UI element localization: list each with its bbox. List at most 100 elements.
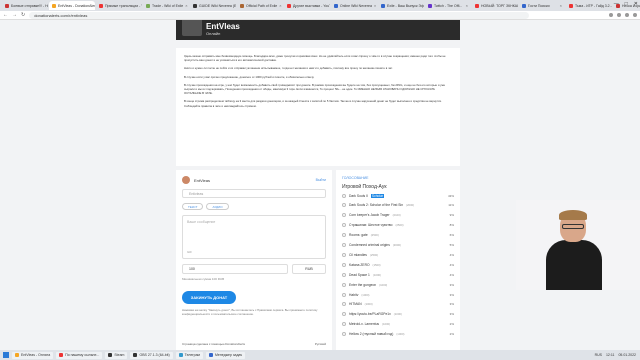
forward-icon[interactable]: → — [12, 12, 17, 18]
radio-button[interactable] — [342, 292, 346, 297]
poll-option[interactable]: Cil mlandies (2500) 4% — [342, 251, 454, 260]
browser-tab[interactable]: Прямые трансляции - YouTube× — [96, 1, 142, 10]
radio-button[interactable] — [342, 272, 346, 277]
tray-time[interactable]: 12:11 — [606, 353, 615, 357]
tab-label: Official Path of Exile — [246, 3, 278, 8]
taskbar-item[interactable]: По нашему сыльне... — [56, 351, 103, 359]
taskbar-item[interactable]: OBS 27.1.3 (64-bit) — [130, 351, 173, 359]
radio-button[interactable] — [342, 203, 346, 208]
browser-tab[interactable]: Другие выставки - YouTube× — [284, 1, 330, 10]
radio-button[interactable] — [342, 282, 346, 287]
poll-option[interactable]: Enter the gungeon (1000) 3% — [342, 280, 454, 289]
poll-option[interactable]: Metroid-x. Lamentus (1000) 2% — [342, 320, 454, 329]
poll-option-count: (2500) — [370, 233, 379, 238]
message-textarea[interactable]: Ваше сообщение GIF — [182, 215, 326, 259]
close-tab-icon[interactable]: × — [466, 3, 468, 8]
radio-button[interactable] — [342, 223, 346, 228]
poll-option[interactable]: Dark Souls II Scholar 43% — [342, 191, 454, 200]
gif-button[interactable]: GIF — [187, 250, 192, 254]
poll-option-label: Metroid-x. Lamentus — [349, 322, 380, 327]
donation-form: EntVleas Выйти Entivleas ТЕКСТ АУДИО Ваш… — [176, 170, 332, 350]
close-tab-icon[interactable]: × — [374, 3, 376, 8]
poll-option-label: Страшилки: Шестое чувство — [349, 223, 393, 228]
browser-tab[interactable]: Гости Поиски × — [519, 1, 565, 10]
address-bar: ← → ↻ donationalerts.com/r/entivleas — [0, 11, 640, 20]
browser-tab[interactable]: Тьма - ИГР - Гайд 3.2...× — [566, 1, 612, 10]
browser-tab[interactable]: Trade - Wiki of Exile × — [143, 1, 189, 10]
poll-option[interactable]: Страшилки: Шестое чувство (2500) 8% — [342, 221, 454, 230]
radio-button[interactable] — [342, 332, 346, 337]
close-tab-icon[interactable]: × — [185, 3, 187, 8]
profile-icon[interactable] — [625, 13, 629, 17]
radio-button[interactable] — [342, 302, 346, 307]
poll-option[interactable]: https://youtu.be/PLaRGPe1x (1000) 3% — [342, 310, 454, 319]
tray-tray-lang[interactable]: RUS — [595, 353, 602, 357]
browser-tab[interactable]: Twitch - The Offi... × — [425, 1, 471, 10]
tab-audio[interactable]: АУДИО — [206, 203, 229, 210]
poll-options: Dark Souls II Scholar 43% Dark Souls 2: Sch… — [342, 191, 454, 338]
poll-option[interactable]: Dead Space 1 (1000) 4% — [342, 270, 454, 279]
radio-button[interactable] — [342, 243, 346, 248]
currency-select[interactable]: RUB — [292, 264, 326, 274]
tab-label: Trade - Wiki of Exile — [152, 3, 184, 8]
poll-option[interactable]: Corn keeper's Jacob Trager (2100) 9% — [342, 211, 454, 220]
poll-option[interactable]: HITMAN (1000) 3% — [342, 300, 454, 309]
radio-button[interactable] — [342, 312, 346, 317]
poll-option[interactable]: Hellow 2 (гнусный новый год) (1000) 2% — [342, 330, 454, 339]
poll-option[interactable]: Rooms: gate (2500) 6% — [342, 231, 454, 240]
start-icon[interactable] — [3, 352, 9, 358]
browser-tab[interactable]: НОВЫЙ: ТОРГ ЗКНКАЩЕ× — [472, 1, 518, 10]
browser-tab[interactable]: Official Path of Exile × — [237, 1, 283, 10]
poll-option[interactable]: Condemned criminal origins (3000) 5% — [342, 241, 454, 250]
back-icon[interactable]: ← — [3, 12, 8, 18]
radio-button[interactable] — [342, 213, 346, 218]
taskbar-item[interactable]: Менеджер задач — [205, 351, 246, 359]
amount-input[interactable]: 100 — [182, 264, 288, 274]
poll-option[interactable]: Habitv (1000) 3% — [342, 290, 454, 299]
poll-option-label: Corn keeper's Jacob Trager — [349, 213, 390, 218]
star-icon[interactable] — [609, 13, 613, 17]
poll-option[interactable]: Dark Souls 2: Scholar of the First Sin (2… — [342, 201, 454, 210]
close-tab-icon[interactable]: × — [560, 3, 562, 8]
tab-label: Тьма - ИГР - Гайд 3.2... — [575, 3, 612, 8]
poll-option-count: (1000) — [379, 282, 388, 287]
menu-icon[interactable] — [633, 13, 637, 17]
browser-tab[interactable]: Exile - Ваш Выпуск Эфир× — [378, 1, 424, 10]
browser-tab[interactable]: EntVleas - DonationAlerts× — [49, 1, 95, 10]
close-tab-icon[interactable]: × — [279, 3, 281, 8]
browser-tab[interactable]: Боевые отправке!!! - Не...× — [2, 1, 48, 10]
poll-option[interactable]: Katana ZERO (1500) 4% — [342, 261, 454, 270]
maximize-button[interactable]: □ — [625, 1, 628, 7]
radio-button[interactable] — [342, 193, 346, 198]
donate-button[interactable]: ЗАКИНУТЬ ДОНАТ — [182, 291, 236, 304]
tab-label: Другие выставки - YouTube — [293, 3, 330, 8]
poll-option-label: Katana ZERO — [349, 262, 370, 267]
language-select[interactable]: Русский — [315, 342, 326, 346]
url-field[interactable]: donationalerts.com/r/entivleas — [29, 11, 530, 19]
radio-button[interactable] — [342, 233, 346, 238]
logout-link[interactable]: Выйти — [316, 178, 326, 182]
close-window-button[interactable]: ✕ — [634, 1, 638, 7]
radio-button[interactable] — [342, 262, 346, 267]
browser-tab[interactable]: GUIDE Wiki Neverea (Exile)× — [190, 1, 236, 10]
taskbar-item[interactable]: Телеграм — [175, 351, 203, 359]
tab-text[interactable]: ТЕКСТ — [182, 203, 204, 210]
favicon-icon — [52, 3, 56, 8]
reload-icon[interactable]: ↻ — [21, 12, 25, 18]
poll-question: Игровой Поход-Аук — [342, 184, 387, 190]
radio-button[interactable] — [342, 252, 346, 257]
tab-label: EntVleas - DonationAlerts — [58, 3, 95, 8]
tray-date[interactable]: 05.01.2022 — [618, 353, 636, 357]
taskbar-item[interactable]: EntVleas - Оплата — [12, 351, 54, 359]
favicon-icon — [193, 3, 197, 8]
hair-shape — [559, 210, 587, 220]
profile-status: Онлайн — [206, 31, 221, 36]
favicon-icon — [240, 3, 244, 8]
platform-credit[interactable]: Страница сделана с помощью DonationAlert… — [182, 342, 245, 346]
radio-button[interactable] — [342, 322, 346, 327]
extension-icon[interactable] — [617, 13, 621, 17]
name-input[interactable]: Entivleas — [182, 189, 326, 198]
taskbar-item[interactable]: Steam — [105, 351, 128, 359]
browser-tab[interactable]: Online Wiki Neverea × — [331, 1, 377, 10]
minimize-button[interactable]: — — [614, 1, 619, 7]
